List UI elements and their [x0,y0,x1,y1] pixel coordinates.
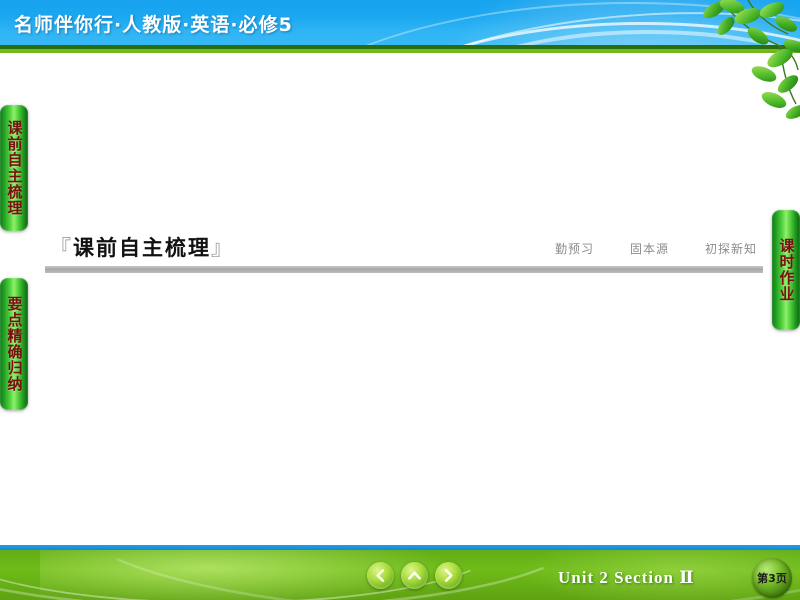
section-divider [45,266,763,273]
sidebar-tab-label: 要点精确归纳 [5,296,24,392]
sidebar-tab-label: 课时作业 [777,238,796,302]
section-header: 『课前自主梳理』 勤预习 固本源 初探新知 [45,232,765,266]
main-content: 『课前自主梳理』 勤预习 固本源 初探新知 [45,232,765,266]
section-tag-2: 固本源 [629,242,669,256]
content-body [45,280,765,535]
bracket-open: 『 [50,236,73,260]
bracket-close: 』 [211,236,234,260]
section-tag-3: 初探新知 [704,242,757,256]
sidebar-tab-kszy[interactable]: 课时作业 [772,210,800,330]
header-title: 名师伴你行·人教版·英语·必修5 [14,14,293,36]
section-tag-1: 勤预习 [554,242,594,256]
section-title-text: 课前自主梳理 [73,236,211,260]
chevron-right-icon [444,569,453,582]
sidebar-tab-label: 课前自主梳理 [5,120,24,216]
nav-next-button[interactable] [435,562,462,589]
page-number-text: 第3页 [757,572,787,585]
chevron-up-icon [408,571,421,580]
sidebar-tab-ydjqgn[interactable]: 要点精确归纳 [0,278,28,410]
section-tag-group: 勤预习 固本源 初探新知 [555,240,757,257]
nav-previous-button[interactable] [367,562,394,589]
page-title: 『课前自主梳理』 [50,232,234,262]
unit-section-label: Unit 2 Section Ⅱ [558,568,695,587]
nav-up-button[interactable] [401,562,428,589]
page-number-badge: 第3页 [752,558,792,598]
sidebar-tab-kqzzsl[interactable]: 课前自主梳理 [0,105,28,231]
header-strip-light [0,49,800,53]
chevron-left-icon [376,569,385,582]
